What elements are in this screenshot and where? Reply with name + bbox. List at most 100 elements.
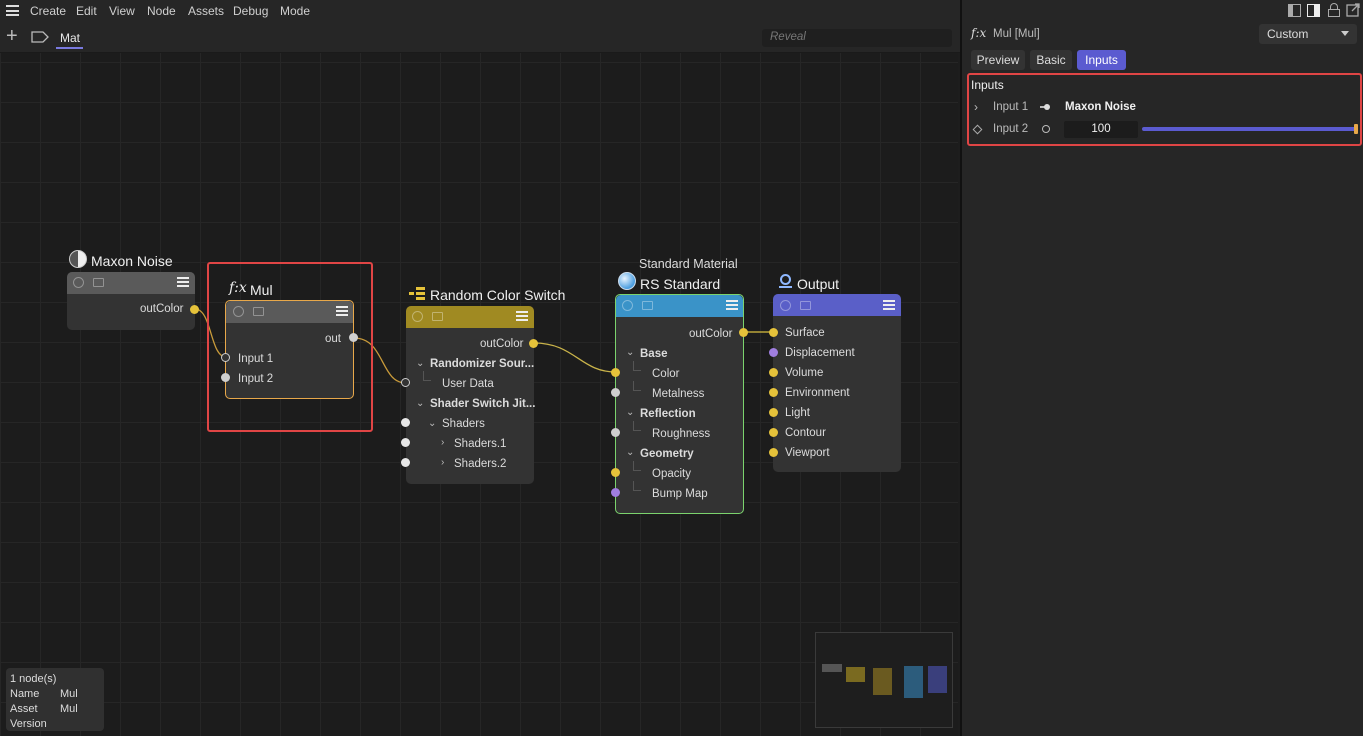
layout-dropdown-value: Custom <box>1267 27 1309 41</box>
preview-image-icon <box>432 312 443 321</box>
chevron-down-icon[interactable]: ⌄ <box>626 447 634 458</box>
chevron-right-icon[interactable]: › <box>441 457 444 468</box>
material-sphere-icon <box>618 272 636 290</box>
minimap-node-rcs <box>873 668 892 695</box>
hamburger-menu-icon[interactable] <box>6 5 19 16</box>
rcs-node-header <box>406 306 534 328</box>
chevron-down-icon <box>1341 31 1349 36</box>
info-asset-label: Asset <box>10 703 38 715</box>
layout-dropdown[interactable]: Custom <box>1259 24 1357 44</box>
output-displacement-port[interactable] <box>769 348 778 357</box>
lock-icon[interactable] <box>1328 3 1340 18</box>
shader-icon <box>780 300 791 311</box>
preview-image-icon <box>642 301 653 310</box>
rcs-shaders2-port[interactable] <box>401 458 410 467</box>
output-environment-port[interactable] <box>769 388 778 397</box>
label-tag-icon[interactable] <box>31 31 49 43</box>
noise-node-header <box>67 272 195 294</box>
tree-line <box>423 371 431 381</box>
menu-create[interactable]: Create <box>30 4 66 18</box>
node-menu-icon[interactable] <box>516 311 528 321</box>
output-node[interactable]: Surface Displacement Volume Environment … <box>773 294 901 472</box>
rs-metalness-port[interactable] <box>611 388 620 397</box>
minimap-node-mul <box>846 667 865 682</box>
noise-out-label: outColor <box>140 303 184 315</box>
output-displacement-label: Displacement <box>785 347 855 359</box>
menu-view[interactable]: View <box>109 4 135 18</box>
menu-assets[interactable]: Assets <box>188 4 224 18</box>
noise-out-port[interactable] <box>190 305 199 314</box>
output-node-title[interactable]: Output <box>797 276 839 292</box>
minimap-node-output <box>928 666 947 693</box>
rcs-out-port[interactable] <box>529 339 538 348</box>
chevron-down-icon[interactable]: ⌄ <box>416 398 424 409</box>
menu-debug[interactable]: Debug <box>233 4 268 18</box>
tab-inputs[interactable]: Inputs <box>1077 50 1126 70</box>
selection-info-box: 1 node(s) Name Mul Asset Mul Version <box>6 668 104 731</box>
rs-bump-map-port[interactable] <box>611 488 620 497</box>
new-window-icon[interactable] <box>1346 3 1360 17</box>
rs-out-port[interactable] <box>739 328 748 337</box>
chevron-down-icon[interactable]: ⌄ <box>416 358 424 369</box>
rcs-user-data-port[interactable] <box>401 378 410 387</box>
chevron-down-icon[interactable]: ⌄ <box>626 407 634 418</box>
tab-basic[interactable]: Basic <box>1030 50 1072 70</box>
maxon-noise-node[interactable]: outColor <box>67 272 195 330</box>
output-contour-port[interactable] <box>769 428 778 437</box>
output-light-port[interactable] <box>769 408 778 417</box>
reveal-search-input[interactable]: Reveal <box>762 29 952 47</box>
shader-icon <box>412 311 423 322</box>
preview-image-icon <box>800 301 811 310</box>
node-menu-icon[interactable] <box>883 300 895 310</box>
output-contour-label: Contour <box>785 427 826 439</box>
reveal-placeholder: Reveal <box>770 31 806 43</box>
rcs-shaders1-port[interactable] <box>401 438 410 447</box>
menu-node[interactable]: Node <box>147 4 176 18</box>
preview-image-icon <box>93 278 104 287</box>
layout-left-icon[interactable] <box>1288 4 1301 17</box>
rs-standard-node[interactable]: outColor ⌄ Base Color Metalness ⌄ Reflec… <box>615 294 744 514</box>
output-environment-label: Environment <box>785 387 850 399</box>
shader-icon <box>73 277 84 288</box>
rcs-node-title[interactable]: Random Color Switch <box>430 287 565 303</box>
menu-mode[interactable]: Mode <box>280 4 310 18</box>
layout-right-icon[interactable] <box>1307 4 1320 17</box>
output-light-label: Light <box>785 407 810 419</box>
chevron-down-icon[interactable]: ⌄ <box>428 418 436 429</box>
noise-node-icon <box>69 250 87 268</box>
rs-color-label: Color <box>652 368 680 380</box>
menu-edit[interactable]: Edit <box>76 4 97 18</box>
info-name-label: Name <box>10 688 40 700</box>
tab-mat[interactable]: Mat <box>60 31 80 45</box>
output-viewport-port[interactable] <box>769 448 778 457</box>
node-editor-canvas[interactable]: Maxon Noise outColor f:x Mul out Input 1… <box>0 53 958 736</box>
inputs-highlight-box <box>967 73 1362 146</box>
output-surface-port[interactable] <box>769 328 778 337</box>
info-node-count: 1 node(s) <box>10 673 57 685</box>
node-menu-icon[interactable] <box>177 277 189 287</box>
noise-node-title[interactable]: Maxon Noise <box>91 253 173 269</box>
rs-group-reflection: Reflection <box>640 408 696 420</box>
random-color-switch-node[interactable]: outColor ⌄ Randomizer Sour... User Data … <box>406 306 535 484</box>
rs-color-port[interactable] <box>611 368 620 377</box>
output-volume-port[interactable] <box>769 368 778 377</box>
chevron-down-icon[interactable]: ⌄ <box>626 347 634 358</box>
rs-node-title[interactable]: RS Standard <box>640 276 720 292</box>
chevron-right-icon[interactable]: › <box>441 437 444 448</box>
rs-bump-map-label: Bump Map <box>652 488 708 500</box>
mul-highlight-box <box>207 262 373 432</box>
rs-roughness-port[interactable] <box>611 428 620 437</box>
info-version-label: Version <box>10 718 47 730</box>
shader-icon <box>622 300 633 311</box>
minimap[interactable] <box>815 632 953 728</box>
tab-mat-underline <box>56 47 83 49</box>
tab-preview[interactable]: Preview <box>971 50 1025 70</box>
minimap-node-noise <box>822 664 842 672</box>
add-icon[interactable]: + <box>6 24 18 48</box>
rcs-shaders2-label: Shaders.2 <box>454 458 507 470</box>
switch-node-icon <box>409 287 427 301</box>
rcs-shaders-port[interactable] <box>401 418 410 427</box>
node-menu-icon[interactable] <box>726 300 738 310</box>
rcs-shaders1-label: Shaders.1 <box>454 438 507 450</box>
rs-opacity-port[interactable] <box>611 468 620 477</box>
